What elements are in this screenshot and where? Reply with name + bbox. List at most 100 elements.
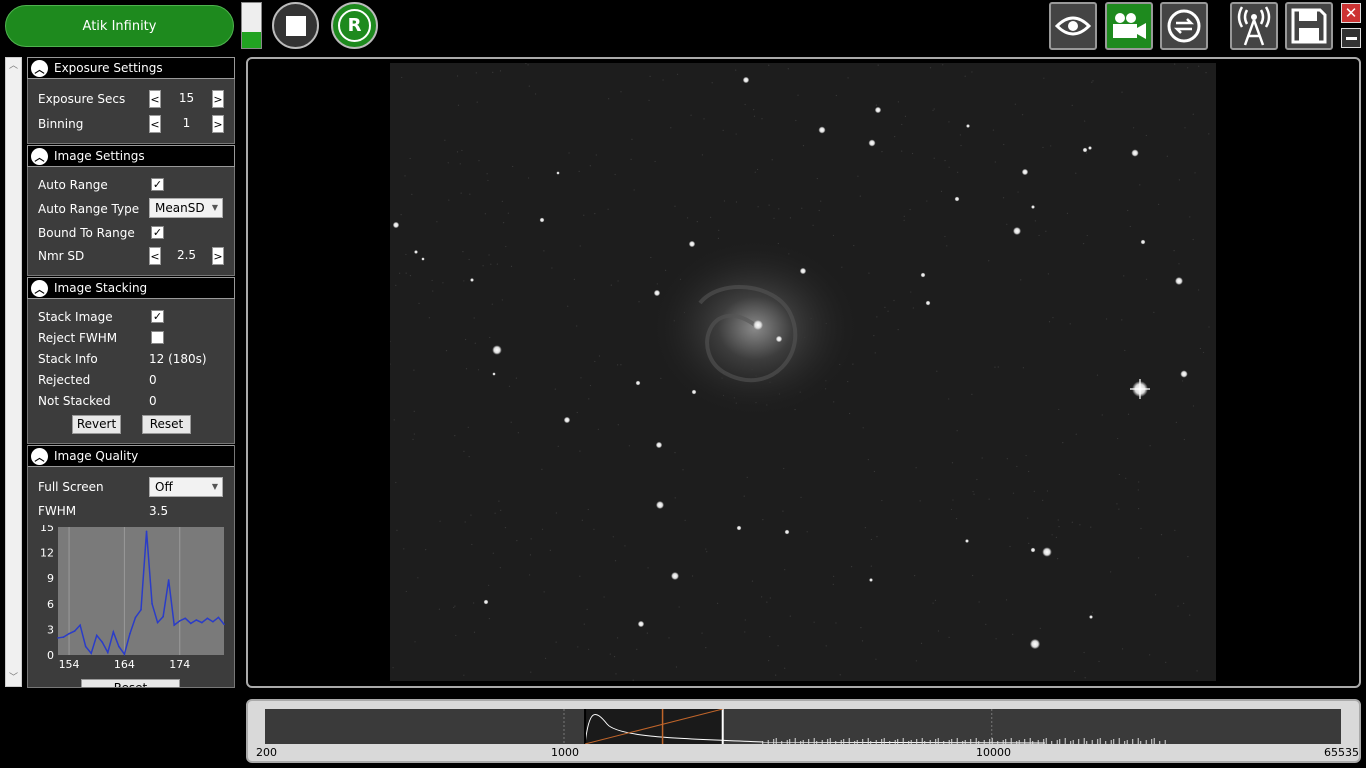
exposure-increment-button[interactable]: > xyxy=(212,90,224,108)
noise-pixel xyxy=(595,154,597,156)
noise-pixel xyxy=(1189,614,1191,616)
noise-pixel xyxy=(832,583,834,585)
star-field-image[interactable] xyxy=(390,63,1216,681)
noise-pixel xyxy=(894,136,896,138)
record-button[interactable]: R xyxy=(331,2,378,49)
noise-pixel xyxy=(541,528,544,530)
noise-pixel xyxy=(549,549,551,552)
nmr-sd-increment-button[interactable]: > xyxy=(212,247,224,265)
close-button[interactable]: ✕ xyxy=(1341,3,1361,23)
x-tick-label: 154 xyxy=(59,658,80,671)
stop-button[interactable] xyxy=(272,2,319,49)
video-button[interactable] xyxy=(1105,2,1153,50)
noise-pixel xyxy=(1075,433,1077,435)
exposure-settings-title: Exposure Settings xyxy=(54,61,163,75)
scroll-down-icon[interactable]: ﹀ xyxy=(6,671,21,685)
fwhm-label: FWHM xyxy=(38,504,77,518)
remote-button[interactable] xyxy=(1230,2,1278,50)
auto-range-checkbox[interactable]: ✓ xyxy=(151,178,164,191)
noise-pixel xyxy=(668,637,670,639)
noise-pixel xyxy=(1085,152,1088,154)
collapse-icon[interactable]: ︿ xyxy=(31,59,48,77)
image-stacking-header[interactable]: ︿ Image Stacking xyxy=(27,277,235,299)
noise-pixel xyxy=(580,377,582,379)
noise-pixel xyxy=(995,638,997,640)
auto-range-type-select[interactable]: MeanSD ▼ xyxy=(149,198,223,218)
noise-pixel xyxy=(835,622,837,624)
star xyxy=(784,529,790,535)
exposure-decrement-button[interactable]: < xyxy=(149,90,161,108)
sidebar-scrollbar[interactable]: ︿ ﹀ xyxy=(5,57,22,687)
reset-button[interactable]: Reset xyxy=(142,415,191,434)
image-settings-title: Image Settings xyxy=(54,149,145,163)
noise-pixel xyxy=(832,234,835,237)
noise-pixel xyxy=(875,658,877,660)
noise-pixel xyxy=(942,64,944,66)
swap-icon xyxy=(1167,9,1201,43)
noise-pixel xyxy=(985,623,987,626)
noise-pixel xyxy=(897,329,899,331)
histogram-tick-label: 1000 xyxy=(551,746,579,759)
scroll-up-icon[interactable]: ︿ xyxy=(6,59,21,73)
image-stacking-title: Image Stacking xyxy=(54,281,148,295)
noise-pixel xyxy=(551,267,553,269)
exposure-settings-header[interactable]: ︿ Exposure Settings xyxy=(27,57,235,79)
swap-button[interactable] xyxy=(1160,2,1208,50)
noise-pixel xyxy=(812,224,814,226)
noise-pixel xyxy=(884,306,886,308)
star xyxy=(1088,146,1092,150)
quality-reset-button[interactable]: Reset xyxy=(81,679,180,687)
noise-pixel xyxy=(1039,627,1041,629)
binning-increment-button[interactable]: > xyxy=(212,115,224,133)
star xyxy=(556,171,560,175)
noise-pixel xyxy=(470,514,472,516)
noise-pixel xyxy=(1038,234,1040,237)
histogram-plot[interactable] xyxy=(265,709,1341,744)
noise-pixel xyxy=(587,508,589,511)
noise-pixel xyxy=(555,641,557,643)
save-button[interactable] xyxy=(1285,2,1333,50)
noise-pixel xyxy=(1079,524,1081,526)
binning-decrement-button[interactable]: < xyxy=(149,115,161,133)
noise-pixel xyxy=(1198,289,1200,291)
minimize-button[interactable] xyxy=(1341,28,1361,48)
noise-pixel xyxy=(971,71,973,73)
noise-pixel xyxy=(1202,351,1205,354)
preview-button[interactable] xyxy=(1049,2,1097,50)
stack-image-checkbox[interactable]: ✓ xyxy=(151,310,164,323)
nmr-sd-decrement-button[interactable]: < xyxy=(149,247,161,265)
collapse-icon[interactable]: ︿ xyxy=(31,279,48,297)
noise-pixel xyxy=(825,645,827,647)
reject-fwhm-checkbox[interactable] xyxy=(151,331,164,344)
noise-pixel xyxy=(696,221,698,223)
noise-pixel xyxy=(1058,408,1060,411)
star xyxy=(470,278,474,282)
revert-button[interactable]: Revert xyxy=(72,415,121,434)
noise-pixel xyxy=(534,93,537,95)
full-screen-select[interactable]: Off ▼ xyxy=(149,477,223,497)
noise-pixel xyxy=(617,280,619,282)
collapse-icon[interactable]: ︿ xyxy=(31,147,48,165)
noise-pixel xyxy=(1123,275,1125,277)
noise-pixel xyxy=(1028,470,1030,473)
image-quality-title: Image Quality xyxy=(54,449,139,463)
noise-pixel xyxy=(488,254,490,256)
noise-pixel xyxy=(768,64,770,66)
noise-pixel xyxy=(1192,113,1194,115)
collapse-icon[interactable]: ︿ xyxy=(31,447,48,465)
noise-pixel xyxy=(515,377,517,379)
star xyxy=(925,300,931,306)
noise-pixel xyxy=(543,591,545,593)
star xyxy=(691,389,697,395)
noise-pixel xyxy=(757,206,759,208)
noise-pixel xyxy=(1124,349,1126,352)
noise-pixel xyxy=(1149,654,1151,656)
image-settings-header[interactable]: ︿ Image Settings xyxy=(27,145,235,167)
noise-pixel xyxy=(492,71,494,74)
star xyxy=(653,289,661,297)
star xyxy=(799,267,807,275)
bound-to-range-checkbox[interactable]: ✓ xyxy=(151,226,164,239)
camera-select-button[interactable]: Atik Infinity xyxy=(5,5,234,47)
image-quality-header[interactable]: ︿ Image Quality xyxy=(28,445,234,467)
noise-pixel xyxy=(654,160,656,163)
